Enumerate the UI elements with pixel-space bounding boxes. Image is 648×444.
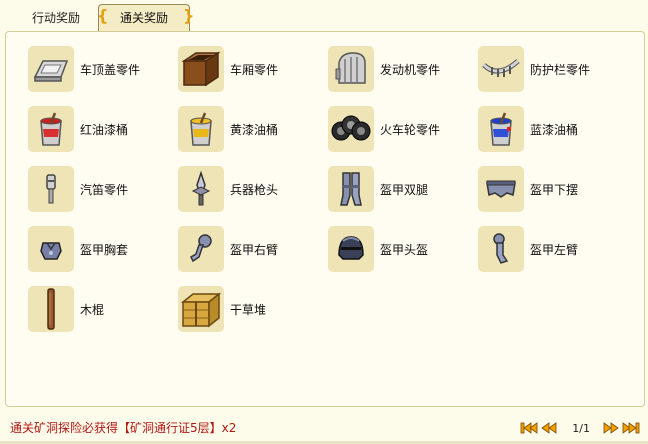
armor-legs-icon: [340, 172, 362, 206]
train-wheel-icon: [331, 115, 371, 141]
last-page-icon: [622, 422, 640, 434]
next-page-icon: [603, 422, 619, 434]
item-slot: [178, 226, 224, 272]
last-page-button[interactable]: [622, 421, 640, 435]
roof-part-icon: [33, 60, 69, 82]
item-slot: [28, 46, 74, 92]
reward-item[interactable]: 木棍: [28, 286, 178, 332]
tab-clear-rewards-label: 通关奖励: [119, 11, 168, 25]
reward-item[interactable]: 兵器枪头: [178, 166, 328, 212]
reward-item[interactable]: 发动机零件: [328, 46, 478, 92]
reward-item[interactable]: 火车轮零件: [328, 106, 478, 152]
carriage-box-icon: [181, 51, 221, 87]
clear-reward-text: 通关矿洞探险必获得【矿洞通行证5层】x2: [10, 421, 237, 435]
tab-clear-rewards[interactable]: { 通关奖励 }: [97, 4, 195, 31]
reward-panel: 车顶盖零件 车厢零件 发动机零件 防护栏零件 红油漆桶 黄漆油桶 火车轮零件 蓝…: [5, 31, 645, 407]
item-slot: [478, 226, 524, 272]
yellow-paint-bucket-icon: [190, 112, 212, 146]
item-slot: [478, 46, 524, 92]
reward-item[interactable]: 盔甲双腿: [328, 166, 478, 212]
engine-part-icon: [335, 52, 366, 84]
item-slot: [328, 166, 374, 212]
reward-item[interactable]: 盔甲左臂: [478, 226, 628, 272]
reward-item[interactable]: 车厢零件: [178, 46, 328, 92]
tab-action-rewards[interactable]: 行动奖励: [28, 6, 84, 30]
haystack-icon: [180, 292, 222, 328]
item-slot: [28, 226, 74, 272]
first-page-icon: [520, 422, 538, 434]
item-slot: [28, 106, 74, 152]
item-label: 盔甲胸套: [80, 243, 129, 257]
item-label: 盔甲双腿: [380, 183, 429, 197]
item-label: 汽笛零件: [80, 183, 129, 197]
reward-item[interactable]: 黄漆油桶: [178, 106, 328, 152]
item-slot: [478, 166, 524, 212]
item-label: 火车轮零件: [380, 123, 441, 137]
prev-page-button[interactable]: [540, 421, 558, 435]
item-slot: [28, 286, 74, 332]
tab-bracket-right-icon: }: [183, 6, 195, 25]
item-label: 干草堆: [230, 303, 267, 317]
reward-item[interactable]: 盔甲头盔: [328, 226, 478, 272]
item-label: 蓝漆油桶: [530, 123, 579, 137]
item-slot: [328, 106, 374, 152]
reward-item[interactable]: 红油漆桶: [28, 106, 178, 152]
next-page-button[interactable]: [602, 421, 620, 435]
reward-item[interactable]: 盔甲右臂: [178, 226, 328, 272]
item-slot: [178, 286, 224, 332]
item-slot: [28, 166, 74, 212]
item-slot: [478, 106, 524, 152]
item-label: 发动机零件: [380, 63, 441, 77]
item-label: 车顶盖零件: [80, 63, 141, 77]
whistle-part-icon: [46, 174, 56, 204]
item-slot: [328, 226, 374, 272]
item-label: 车厢零件: [230, 63, 279, 77]
item-slot: [178, 46, 224, 92]
wooden-stick-icon: [47, 288, 55, 330]
armor-right-arm-icon: [190, 234, 212, 263]
pager: 1/1: [520, 420, 640, 436]
page-info: 1/1: [572, 421, 590, 435]
item-label: 盔甲头盔: [380, 243, 429, 257]
item-label: 黄漆油桶: [230, 123, 279, 137]
reward-item[interactable]: 盔甲胸套: [28, 226, 178, 272]
reward-item[interactable]: 蓝漆油桶: [478, 106, 628, 152]
reward-item[interactable]: 防护栏零件: [478, 46, 628, 92]
first-page-button[interactable]: [520, 421, 538, 435]
reward-item[interactable]: 干草堆: [178, 286, 328, 332]
item-label: 木棍: [80, 303, 105, 317]
tab-bracket-left-icon: {: [97, 6, 109, 25]
tab-bar: 行动奖励 { 通关奖励 }: [0, 0, 648, 32]
armor-helmet-icon: [338, 236, 364, 260]
reward-item[interactable]: 盔甲下摆: [478, 166, 628, 212]
item-label: 盔甲右臂: [230, 243, 279, 257]
item-slot: [178, 106, 224, 152]
item-label: 红油漆桶: [80, 123, 129, 137]
armor-left-arm-icon: [493, 233, 509, 264]
red-paint-bucket-icon: [40, 112, 62, 146]
item-slot: [178, 166, 224, 212]
reward-item[interactable]: 车顶盖零件: [28, 46, 178, 92]
prev-page-icon: [541, 422, 557, 434]
item-label: 盔甲下摆: [530, 183, 579, 197]
spearhead-icon: [191, 170, 211, 206]
item-label: 防护栏零件: [530, 63, 591, 77]
reward-item[interactable]: 汽笛零件: [28, 166, 178, 212]
footer: 通关矿洞探险必获得【矿洞通行证5层】x2 1/1: [0, 408, 648, 444]
item-slot: [328, 46, 374, 92]
guardrail-part-icon: [482, 59, 520, 77]
item-label: 盔甲左臂: [530, 243, 579, 257]
armor-skirt-icon: [486, 180, 516, 198]
item-label: 兵器枪头: [230, 183, 279, 197]
armor-chest-icon: [40, 242, 62, 260]
blue-paint-bucket-icon: [490, 112, 512, 146]
